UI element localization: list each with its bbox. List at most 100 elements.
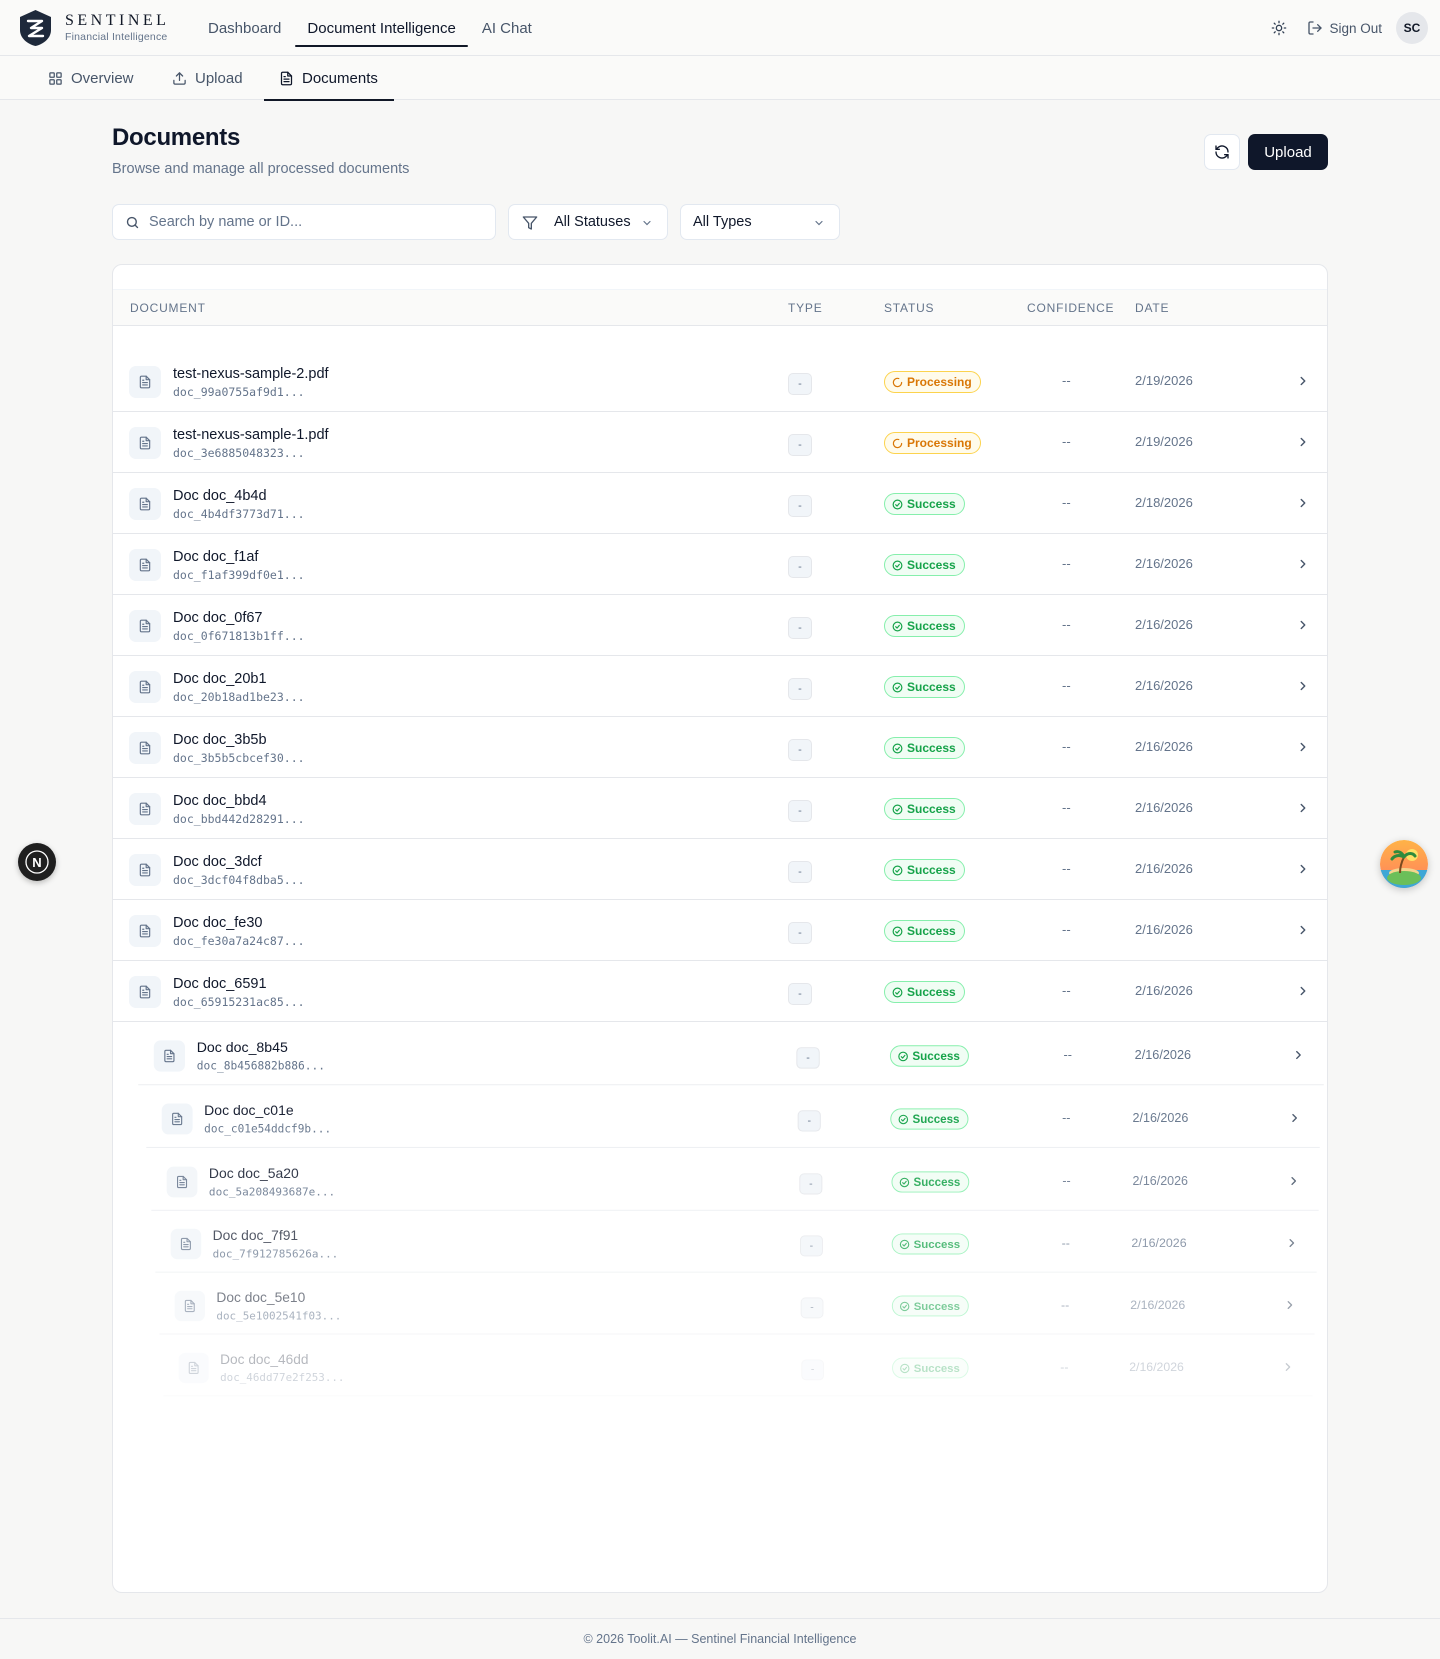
chevron-right-icon[interactable]: [1283, 1298, 1296, 1316]
table-row[interactable]: Doc doc_20b1 doc_20b18ad1be23... - Success -…: [113, 656, 1327, 717]
status-badge: Processing: [884, 432, 981, 454]
chevron-right-icon[interactable]: [1292, 1048, 1306, 1067]
chevron-right-icon[interactable]: [1296, 984, 1310, 1003]
search-input[interactable]: [149, 214, 479, 230]
type-badge: -: [796, 1047, 820, 1069]
document-file-icon: [129, 427, 161, 459]
table-row[interactable]: Doc doc_bbd4 doc_bbd442d28291... - Success -…: [113, 778, 1327, 839]
table-row[interactable]: Doc doc_6591 doc_65915231ac85... - Success -…: [113, 961, 1327, 1022]
date-value: 2/18/2026: [1135, 495, 1193, 510]
chevron-right-icon[interactable]: [1296, 435, 1310, 454]
floating-assistant-button[interactable]: N: [18, 843, 56, 881]
refresh-button[interactable]: [1204, 134, 1240, 170]
chevron-right-icon[interactable]: [1296, 496, 1310, 515]
date-value: 2/16/2026: [1135, 861, 1193, 876]
chevron-right-icon[interactable]: [1288, 1111, 1302, 1129]
document-id: doc_3dcf04f8dba5...: [173, 873, 305, 887]
date-value: 2/19/2026: [1135, 434, 1193, 449]
confidence-value: --: [1062, 1173, 1071, 1188]
status-badge: Success: [884, 981, 965, 1003]
status-label: Success: [907, 741, 956, 755]
status-filter-select[interactable]: All Statuses: [508, 204, 668, 240]
table-row[interactable]: Doc doc_8b45 doc_8b456882b886... - Success -…: [138, 1026, 1324, 1086]
tab-upload[interactable]: Upload: [172, 56, 243, 100]
sign-out-label: Sign Out: [1329, 20, 1382, 36]
tab-upload-label: Upload: [195, 69, 243, 87]
table-row[interactable]: test-nexus-sample-2.pdf doc_99a0755af9d1.…: [113, 351, 1327, 412]
table-row[interactable]: Doc doc_0f67 doc_0f671813b1ff... - Success -…: [113, 595, 1327, 656]
status-label: Success: [913, 1299, 960, 1313]
document-name: Doc doc_5a20: [208, 1166, 299, 1182]
status-badge: Success: [884, 676, 965, 698]
date-value: 2/16/2026: [1135, 678, 1193, 693]
status-label: Success: [907, 924, 956, 938]
type-badge: -: [799, 1173, 823, 1195]
tab-documents-label: Documents: [302, 69, 378, 87]
document-id: doc_5e1002541f03...: [216, 1308, 342, 1323]
theme-toggle-button[interactable]: [1265, 14, 1293, 42]
check-circle-icon: [892, 926, 907, 937]
sun-icon: [1272, 20, 1287, 36]
table-row[interactable]: Doc doc_7f91 doc_7f912785626a... - Success -…: [155, 1214, 1317, 1273]
user-avatar[interactable]: SC: [1396, 12, 1428, 44]
status-label: Success: [907, 558, 956, 572]
floating-island-widget[interactable]: [1380, 840, 1428, 888]
confidence-value: --: [1062, 678, 1071, 693]
type-filter-value: All Types: [693, 214, 752, 230]
brand[interactable]: SENTINEL Financial Intelligence: [18, 9, 169, 47]
table-row[interactable]: Doc doc_3b5b doc_3b5b5cbcef30... - Success -…: [113, 717, 1327, 778]
type-badge: -: [788, 983, 812, 1005]
status-badge: Success: [892, 1357, 969, 1379]
tab-documents[interactable]: Documents: [264, 56, 394, 101]
chevron-right-icon[interactable]: [1296, 374, 1310, 393]
upload-button[interactable]: Upload: [1248, 134, 1328, 170]
chevron-right-icon[interactable]: [1296, 618, 1310, 637]
status-badge: Success: [891, 1295, 969, 1317]
table-row[interactable]: Doc doc_46dd doc_46dd77e2f253... - Success -…: [163, 1339, 1313, 1397]
table-row[interactable]: Doc doc_4b4d doc_4b4df3773d71... - Success -…: [113, 473, 1327, 534]
tab-overview[interactable]: Overview: [48, 56, 134, 100]
document-name: Doc doc_4b4d: [173, 488, 267, 504]
chevron-right-icon[interactable]: [1296, 557, 1310, 576]
document-name: Doc doc_3b5b: [173, 732, 267, 748]
document-id: doc_20b18ad1be23...: [173, 690, 305, 704]
chevron-right-icon[interactable]: [1296, 862, 1310, 881]
check-circle-icon: [892, 499, 907, 510]
nav-ai-chat[interactable]: AI Chat: [470, 12, 544, 45]
table-row[interactable]: Doc doc_3dcf doc_3dcf04f8dba5... - Success -…: [113, 839, 1327, 900]
document-id: doc_3e6885048323...: [173, 446, 305, 460]
document-id: doc_0f671813b1ff...: [173, 629, 305, 643]
chevron-right-icon[interactable]: [1296, 923, 1310, 942]
chevron-right-icon[interactable]: [1296, 801, 1310, 820]
column-header-type: TYPE: [788, 301, 823, 315]
table-row[interactable]: Doc doc_5a20 doc_5a208493687e... - Success -…: [151, 1152, 1319, 1211]
table-row[interactable]: Doc doc_5e10 doc_5e1002541f03... - Success -…: [159, 1277, 1315, 1335]
date-value: 2/16/2026: [1134, 1047, 1192, 1062]
document-name: Doc doc_5e10: [216, 1290, 306, 1306]
chevron-right-icon[interactable]: [1285, 1236, 1298, 1254]
chevron-right-icon[interactable]: [1296, 740, 1310, 759]
search-field[interactable]: [112, 204, 496, 240]
document-name: Doc doc_3dcf: [173, 854, 262, 870]
type-badge: -: [788, 800, 812, 822]
table-row[interactable]: Doc doc_f1af doc_f1af399df0e1... - Success -…: [113, 534, 1327, 595]
table-row[interactable]: Doc doc_fe30 doc_fe30a7a24c87... - Success -…: [113, 900, 1327, 961]
document-file-icon: [153, 1040, 186, 1072]
loader-icon: [892, 377, 907, 388]
nav-document-intelligence[interactable]: Document Intelligence: [295, 12, 469, 47]
status-badge: Success: [884, 920, 965, 942]
chevron-down-icon: [815, 220, 823, 226]
table-row[interactable]: Doc doc_c01e doc_c01e54ddcf9b... - Success -…: [146, 1089, 1320, 1148]
type-filter-select[interactable]: All Types: [680, 204, 840, 240]
chevron-right-icon[interactable]: [1296, 679, 1310, 698]
document-name: test-nexus-sample-1.pdf: [173, 427, 329, 443]
chevron-right-icon[interactable]: [1287, 1174, 1300, 1192]
confidence-value: --: [1062, 556, 1071, 571]
nav-dashboard[interactable]: Dashboard: [196, 12, 293, 45]
date-value: 2/16/2026: [1132, 1173, 1188, 1188]
table-row[interactable]: test-nexus-sample-1.pdf doc_3e6885048323.…: [113, 412, 1327, 473]
sign-out-button[interactable]: Sign Out: [1307, 20, 1382, 36]
chevron-right-icon[interactable]: [1281, 1360, 1294, 1378]
check-circle-icon: [898, 1114, 912, 1125]
document-file-icon: [129, 488, 161, 520]
